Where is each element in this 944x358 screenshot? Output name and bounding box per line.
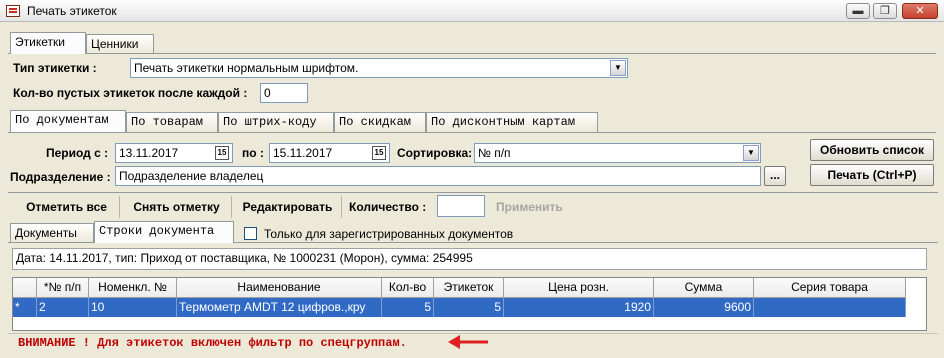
top-tab-panel-border — [8, 53, 936, 54]
app-icon — [6, 5, 20, 17]
close-button[interactable]: ✕ — [902, 3, 938, 19]
tab-by-discounts[interactable]: По скидкам — [334, 112, 426, 132]
tab-by-goods[interactable]: По товарам — [126, 112, 218, 132]
table-row-indicator[interactable]: * — [13, 298, 37, 317]
minimize-button[interactable]: ▬ — [846, 3, 870, 19]
tab-by-discount-cards[interactable]: По дисконтным картам — [426, 112, 598, 132]
table-row-number[interactable]: 2 — [37, 298, 89, 317]
refresh-list-button[interactable]: Обновить список — [810, 139, 934, 161]
period-from-label: Период с : — [46, 146, 109, 160]
apply-button[interactable]: Применить — [496, 200, 563, 214]
empty-labels-label: Кол-во пустых этикеток после каждой : — [13, 86, 248, 100]
unmark-button[interactable]: Снять отметку — [122, 196, 232, 218]
maximize-button[interactable]: ❐ — [873, 3, 897, 19]
label-type-value: Печать этикетки нормальным шрифтом. — [134, 61, 359, 75]
division-label: Подразделение : — [10, 170, 111, 184]
toolbar-separator — [8, 192, 938, 193]
tab-labels[interactable]: Этикетки — [10, 32, 86, 54]
window-title: Печать этикеток — [27, 4, 117, 18]
table-row-series[interactable] — [754, 298, 906, 317]
table-row-qty[interactable]: 5 — [382, 298, 434, 317]
division-value: Подразделение владелец — [119, 169, 264, 183]
division-browse-button[interactable]: ... — [764, 166, 786, 186]
table-row-name[interactable]: Термометр AMDT 12 цифров.,кру — [177, 298, 382, 317]
title-bar: Печать этикеток ▬ ❐ ✕ — [0, 0, 944, 22]
grid-header-name[interactable]: Наименование — [177, 278, 382, 298]
label-type-chevron-down-icon[interactable]: ▼ — [610, 60, 626, 76]
table-row-sum[interactable]: 9600 — [654, 298, 754, 317]
sort-chevron-down-icon[interactable]: ▼ — [743, 145, 759, 161]
table-row-retail-price[interactable]: 1920 — [504, 298, 654, 317]
table-row-labels[interactable]: 5 — [434, 298, 504, 317]
warning-message: ВНИМАНИЕ ! Для этикеток включен фильтр п… — [18, 336, 407, 350]
period-to-value: 15.11.2017 — [273, 146, 333, 160]
grid-header-sum[interactable]: Сумма — [654, 278, 754, 298]
only-registered-checkbox[interactable] — [244, 227, 257, 240]
print-button[interactable]: Печать (Ctrl+P) — [810, 164, 934, 186]
empty-labels-input[interactable]: 0 — [260, 83, 308, 103]
quantity-input[interactable] — [437, 195, 485, 217]
grid-header-item-no[interactable]: Номенкл. № — [89, 278, 177, 298]
grid-header-retail-price[interactable]: Цена розн. — [504, 278, 654, 298]
document-lines-grid: *№ п/п Номенкл. № Наименование Кол-во Эт… — [12, 277, 927, 331]
tab-documents[interactable]: Документы — [10, 223, 94, 243]
tab-price-tags[interactable]: Ценники — [86, 34, 154, 54]
sort-label: Сортировка: — [397, 146, 473, 160]
document-info: Дата: 14.11.2017, тип: Приход от поставщ… — [12, 248, 927, 270]
mode-tab-panel-border — [8, 132, 936, 133]
tab-by-barcode[interactable]: По штрих-коду — [218, 112, 334, 132]
period-to-label: по : — [242, 146, 264, 160]
label-type-label: Тип этикетки : — [13, 61, 97, 75]
red-arrow-icon — [448, 335, 488, 349]
grid-header-qty[interactable]: Кол-во — [382, 278, 434, 298]
edit-button[interactable]: Редактировать — [234, 196, 342, 218]
sort-value: № п/п — [478, 146, 511, 160]
grid-header-number[interactable]: *№ п/п — [37, 278, 89, 298]
quantity-label: Количество : — [349, 200, 427, 214]
sort-select[interactable]: № п/п — [474, 143, 761, 163]
period-from-value: 13.11.2017 — [119, 146, 179, 160]
grid-header-series[interactable]: Серия товара — [754, 278, 906, 298]
only-registered-label: Только для зарегистрированных документов — [264, 227, 514, 241]
label-type-select[interactable]: Печать этикетки нормальным шрифтом. — [130, 58, 628, 78]
tab-by-documents[interactable]: По документам — [10, 110, 126, 132]
grid-header-indicator — [13, 278, 37, 298]
calendar-icon[interactable]: 15 — [215, 146, 229, 160]
table-row-item-no[interactable]: 10 — [89, 298, 177, 317]
calendar-icon[interactable]: 15 — [372, 146, 386, 160]
division-input[interactable]: Подразделение владелец — [115, 166, 761, 186]
tab-document-lines[interactable]: Строки документа — [94, 221, 234, 243]
mark-all-button[interactable]: Отметить все — [14, 196, 120, 218]
grid-header-labels[interactable]: Этикеток — [434, 278, 504, 298]
